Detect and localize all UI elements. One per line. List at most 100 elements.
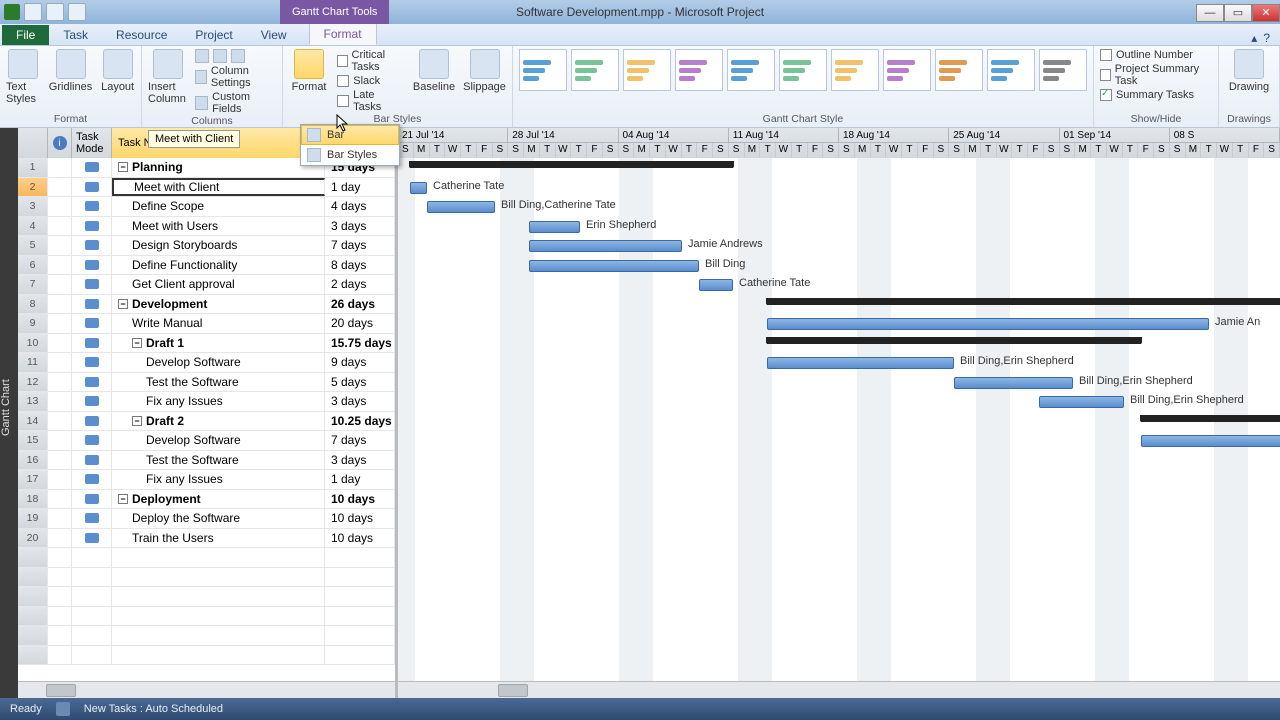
tab-file[interactable]: File [2, 25, 49, 45]
tab-task[interactable]: Task [49, 25, 102, 45]
outline-toggle[interactable]: − [132, 338, 142, 348]
table-row[interactable]: 3Define Scope4 days [18, 197, 395, 217]
table-row[interactable]: 17Fix any Issues1 day [18, 470, 395, 490]
gantt-style-option[interactable] [675, 49, 723, 91]
view-side-tab[interactable]: Gantt Chart [0, 128, 18, 698]
summary-bar[interactable] [767, 298, 1280, 305]
custom-fields-button[interactable]: Custom Fields [195, 91, 276, 115]
table-row[interactable]: 19Deploy the Software10 days [18, 509, 395, 529]
gantt-style-option[interactable] [623, 49, 671, 91]
tab-format[interactable]: Format [309, 23, 377, 45]
close-button[interactable]: ✕ [1252, 4, 1280, 22]
outline-number-checkbox[interactable]: Outline Number [1100, 49, 1212, 61]
table-row[interactable]: 14−Draft 210.25 days [18, 412, 395, 432]
menu-item-bar[interactable]: Bar [301, 125, 399, 145]
schedule-mode-icon[interactable] [56, 702, 70, 716]
critical-tasks-checkbox[interactable]: Critical Tasks [337, 49, 405, 73]
task-bar[interactable] [1141, 435, 1280, 447]
summary-tasks-checkbox[interactable]: Summary Tasks [1100, 89, 1212, 101]
outline-toggle[interactable]: − [118, 494, 128, 504]
column-settings-button[interactable]: Column Settings [195, 65, 276, 89]
gridlines-button[interactable]: Gridlines [49, 49, 92, 93]
header-indicator[interactable]: i [48, 128, 72, 158]
summary-bar[interactable] [410, 161, 733, 168]
outline-toggle[interactable]: − [118, 299, 128, 309]
auto-schedule-icon [85, 494, 99, 504]
help-icon[interactable]: ? [1263, 31, 1270, 45]
minimize-button[interactable]: — [1196, 4, 1224, 22]
insert-column-button[interactable]: Insert Column [148, 49, 187, 105]
task-bar-label: Bill Ding [705, 258, 745, 270]
grid-body[interactable]: 1−Planning15 days2Meet with Client1 day3… [18, 158, 395, 681]
task-bar[interactable] [529, 221, 580, 233]
grid-hscroll[interactable] [18, 681, 395, 698]
timescale[interactable]: 21 Jul '1428 Jul '1404 Aug '1411 Aug '14… [398, 128, 1280, 158]
project-summary-checkbox[interactable]: Project Summary Task [1100, 63, 1212, 87]
table-row[interactable]: 5Design Storyboards7 days [18, 236, 395, 256]
table-row[interactable]: 13Fix any Issues3 days [18, 392, 395, 412]
task-name-cell: Planning [132, 160, 183, 174]
table-row[interactable]: 2Meet with Client1 day [18, 178, 395, 198]
tab-resource[interactable]: Resource [102, 25, 181, 45]
header-rownum[interactable] [18, 128, 48, 158]
task-bar[interactable] [427, 201, 495, 213]
outline-toggle[interactable]: − [132, 416, 142, 426]
summary-bar[interactable] [1141, 415, 1280, 422]
text-styles-button[interactable]: Text Styles [6, 49, 41, 105]
table-row[interactable]: 6Define Functionality8 days [18, 256, 395, 276]
gantt-style-option[interactable] [571, 49, 619, 91]
gantt-style-option[interactable] [883, 49, 931, 91]
status-schedule-mode[interactable]: New Tasks : Auto Scheduled [84, 703, 223, 715]
table-row[interactable]: 9Write Manual20 days [18, 314, 395, 334]
auto-schedule-icon [85, 162, 99, 172]
qat-redo-button[interactable] [68, 3, 86, 21]
ribbon-minimize-icon[interactable]: ▴ [1251, 31, 1257, 45]
task-bar[interactable] [529, 260, 699, 272]
table-row[interactable]: 8−Development26 days [18, 295, 395, 315]
baseline-button[interactable]: Baseline [413, 49, 455, 93]
task-bar[interactable] [767, 357, 954, 369]
task-bar[interactable] [767, 318, 1209, 330]
align-row[interactable] [195, 49, 276, 63]
gantt-style-option[interactable] [831, 49, 879, 91]
summary-bar[interactable] [767, 337, 1141, 344]
table-row[interactable]: 12Test the Software5 days [18, 373, 395, 393]
gantt-style-option[interactable] [779, 49, 827, 91]
gantt-hscroll[interactable] [398, 681, 1280, 698]
table-row[interactable]: 15Develop Software7 days [18, 431, 395, 451]
slippage-button[interactable]: Slippage [463, 49, 506, 93]
tab-view[interactable]: View [247, 25, 301, 45]
task-bar[interactable] [699, 279, 733, 291]
gantt-style-option[interactable] [987, 49, 1035, 91]
gantt-style-option[interactable] [519, 49, 567, 91]
qat-undo-button[interactable] [46, 3, 64, 21]
table-row[interactable]: 10−Draft 115.75 days [18, 334, 395, 354]
table-row[interactable]: 4Meet with Users3 days [18, 217, 395, 237]
table-row[interactable]: 20Train the Users10 days [18, 529, 395, 549]
table-row[interactable]: 16Test the Software3 days [18, 451, 395, 471]
table-row[interactable]: 18−Deployment10 days [18, 490, 395, 510]
day-header: S [619, 143, 635, 158]
format-dropdown-button[interactable]: Format [289, 49, 329, 93]
task-bar[interactable] [410, 182, 427, 194]
outline-toggle[interactable]: − [118, 162, 128, 172]
day-header: W [997, 143, 1013, 158]
gantt-style-option[interactable] [1039, 49, 1087, 91]
slack-checkbox[interactable]: Slack [337, 75, 405, 87]
task-bar[interactable] [529, 240, 682, 252]
task-bar[interactable] [954, 377, 1073, 389]
drawing-button[interactable]: Drawing [1225, 49, 1273, 93]
late-tasks-checkbox[interactable]: Late Tasks [337, 89, 405, 113]
tab-project[interactable]: Project [181, 25, 246, 45]
table-row[interactable]: 7Get Client approval2 days [18, 275, 395, 295]
task-bar[interactable] [1039, 396, 1124, 408]
gantt-style-option[interactable] [727, 49, 775, 91]
gantt-style-option[interactable] [935, 49, 983, 91]
gantt-body[interactable]: Catherine TateBill Ding,Catherine TateEr… [398, 158, 1280, 681]
header-task-mode[interactable]: Task Mode [72, 128, 112, 158]
menu-item-bar-styles[interactable]: Bar Styles [301, 145, 399, 165]
maximize-button[interactable]: ▭ [1224, 4, 1252, 22]
table-row[interactable]: 11Develop Software9 days [18, 353, 395, 373]
qat-save-button[interactable] [24, 3, 42, 21]
layout-button[interactable]: Layout [100, 49, 135, 93]
